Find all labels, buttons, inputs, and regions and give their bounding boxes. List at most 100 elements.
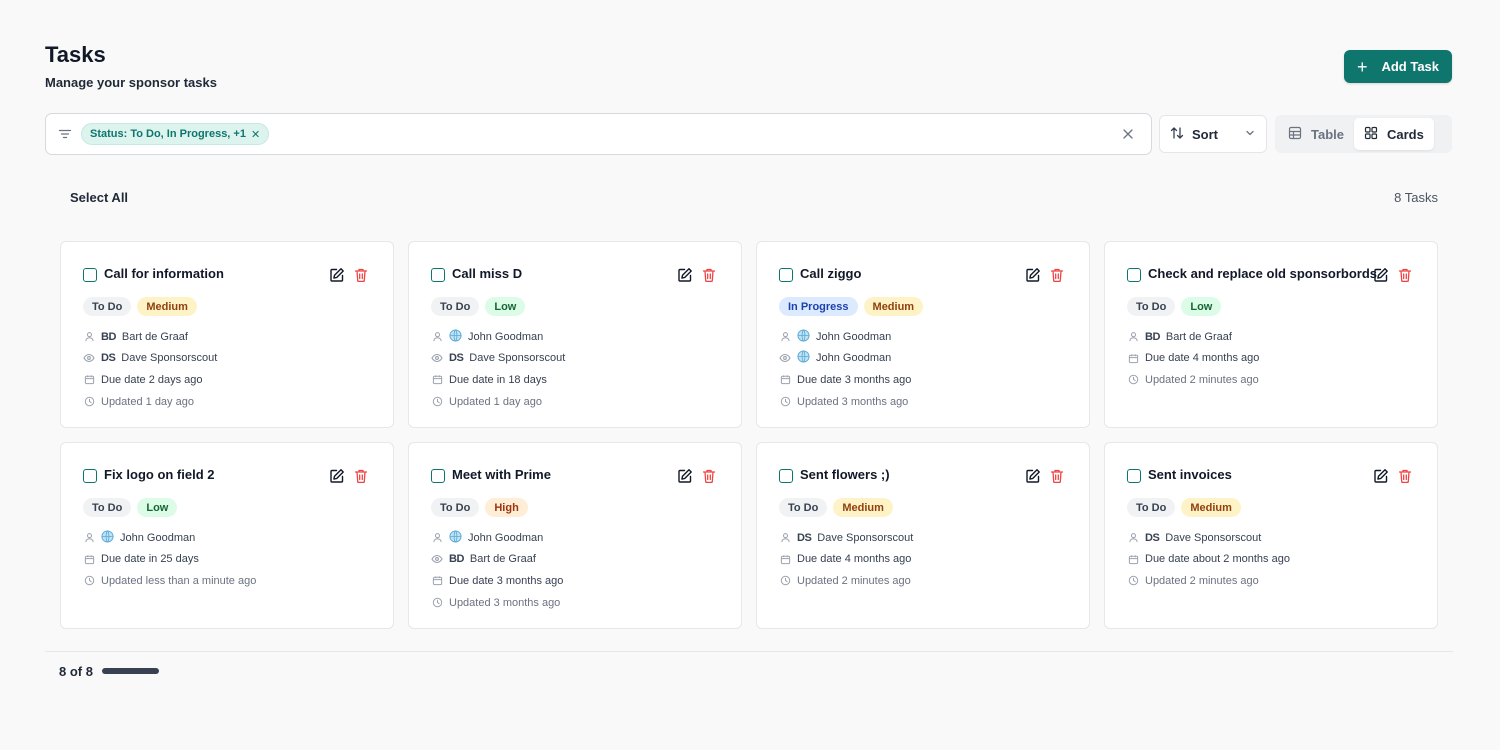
task-checkbox[interactable] [431,469,445,483]
task-title: Call miss D [452,266,523,281]
assignee-row-name: Dave Sponsorscout [817,531,914,544]
clock-icon [779,396,791,408]
globe-avatar-icon [101,530,114,546]
sort-button[interactable]: Sort [1159,115,1267,153]
grid-icon [1364,126,1378,143]
clock-icon [83,396,95,408]
due-date-row: Due date 2 days ago [83,369,217,391]
task-title: Meet with Prime [452,467,551,482]
trash-icon[interactable] [1397,468,1413,484]
updated-row: Updated 2 minutes ago [1127,369,1259,391]
task-details: John Goodman Due date in 25 days Updated… [83,527,256,592]
task-checkbox[interactable] [83,469,97,483]
due-date-row: Due date in 18 days [431,369,565,391]
due-date-row: Due date 4 months ago [779,549,913,571]
edit-icon[interactable] [677,267,693,283]
status-filter-chip[interactable]: Status: To Do, In Progress, +1 ✕ [81,123,270,145]
clock-icon [431,597,443,609]
watcher-row-name: Bart de Graaf [469,553,536,566]
chip-remove-icon[interactable]: ✕ [251,128,260,141]
updated-time: Updated 2 minutes ago [797,574,911,587]
filter-bar[interactable]: Status: To Do, In Progress, +1 ✕ [45,113,1152,155]
calendar-icon [779,553,791,565]
task-card[interactable]: Fix logo on field 2 To Do Low John Goodm… [60,442,394,629]
clear-filters-icon[interactable] [1119,125,1137,143]
globe-avatar-icon [797,329,810,345]
assignee-row: BD Bart de Graaf [83,326,217,348]
avatar-initials: DS [797,531,812,544]
status-badge: To Do [431,297,480,316]
task-card[interactable]: Check and replace old sponsorbords To Do… [1104,241,1438,428]
trash-icon[interactable] [353,267,369,283]
updated-row: Updated 2 minutes ago [779,570,913,592]
calendar-icon [1127,553,1139,565]
task-checkbox[interactable] [1127,469,1141,483]
assignee-row: John Goodman [431,326,565,348]
task-count: 8 Tasks [1394,190,1438,205]
task-details: DS Dave Sponsorscout Due date 4 months a… [779,527,913,592]
task-title: Sent invoices [1148,467,1232,482]
trash-icon[interactable] [701,468,717,484]
edit-icon[interactable] [1025,468,1041,484]
edit-icon[interactable] [329,468,345,484]
priority-badge: Low [485,297,526,316]
due-date-row: Due date 3 months ago [779,369,911,391]
assignee-row-name: Bart de Graaf [121,330,188,343]
due-date-row: Due date about 2 months ago [1127,549,1290,571]
task-checkbox[interactable] [431,268,445,282]
task-card[interactable]: Call miss D To Do Low John Goodman DS Da… [408,241,742,428]
edit-icon[interactable] [329,267,345,283]
assignee-row: John Goodman [779,326,911,348]
eye-icon [83,352,95,364]
task-card[interactable]: Sent flowers ;) To Do Medium DS Dave Spo… [756,442,1090,629]
task-checkbox[interactable] [779,268,793,282]
eye-icon [779,352,791,364]
updated-row: Updated less than a minute ago [83,570,256,592]
add-task-button[interactable]: + Add Task [1344,50,1452,83]
table-view-button[interactable]: Table [1278,118,1354,150]
edit-icon[interactable] [1373,267,1389,283]
task-card[interactable]: Meet with Prime To Do High John Goodman … [408,442,742,629]
status-badge: To Do [83,498,132,517]
due-date-row: Due date 4 months ago [1127,348,1259,370]
edit-icon[interactable] [1025,267,1041,283]
priority-badge: Medium [1181,498,1241,517]
trash-icon[interactable] [1049,267,1065,283]
task-card[interactable]: Call ziggo In Progress Medium John Goodm… [756,241,1090,428]
pagination-progress-bar [102,668,159,674]
cards-view-label: Cards [1387,126,1424,142]
priority-badge: High [485,498,528,517]
priority-badge: Medium [137,297,197,316]
pagination-label: 8 of 8 [59,664,93,679]
clock-icon [779,575,791,587]
task-badges: To Do Low [83,498,178,517]
updated-time: Updated 3 months ago [449,596,561,609]
task-card[interactable]: Call for information To Do Medium BD Bar… [60,241,394,428]
edit-icon[interactable] [1373,468,1389,484]
user-icon [779,532,791,544]
updated-row: Updated 3 months ago [431,592,563,614]
updated-time: Updated 1 day ago [101,395,194,408]
task-title: Fix logo on field 2 [104,467,215,482]
task-checkbox[interactable] [779,469,793,483]
cards-view-button[interactable]: Cards [1354,118,1434,150]
edit-icon[interactable] [677,468,693,484]
task-card[interactable]: Sent invoices To Do Medium DS Dave Spons… [1104,442,1438,629]
user-icon [83,331,95,343]
select-all-button[interactable]: Select All [70,190,128,205]
task-badges: To Do High [431,498,528,517]
trash-icon[interactable] [353,468,369,484]
assignee-row-name: John Goodman [468,531,544,544]
trash-icon[interactable] [1397,267,1413,283]
task-checkbox[interactable] [83,268,97,282]
task-title: Sent flowers ;) [800,467,890,482]
calendar-icon [779,374,791,386]
eye-icon [431,352,443,364]
task-checkbox[interactable] [1127,268,1141,282]
assignee-row-name: Dave Sponsorscout [1165,531,1262,544]
trash-icon[interactable] [701,267,717,283]
avatar-initials: DS [1145,531,1160,544]
filter-icon[interactable] [58,127,72,141]
trash-icon[interactable] [1049,468,1065,484]
user-icon [431,532,443,544]
